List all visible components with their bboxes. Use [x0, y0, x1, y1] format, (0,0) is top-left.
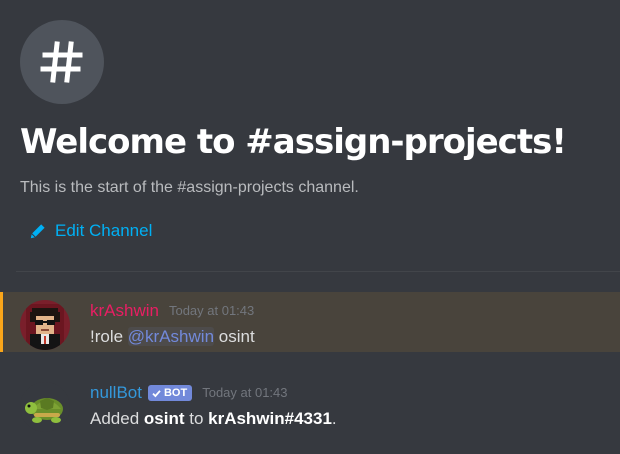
message-text: osint [214, 327, 255, 346]
welcome-description: This is the start of the #assign-project… [20, 179, 359, 196]
chat-pane: Welcome to #assign-projects! This is the… [0, 0, 620, 454]
pencil-icon [30, 223, 46, 239]
message-bot: nullBot BOT Today at 01:43 Added osint t… [0, 374, 620, 434]
message-header: krAshwin Today at 01:43 [90, 300, 254, 322]
avatar[interactable] [20, 300, 70, 350]
channel-icon-circle [20, 20, 104, 104]
username[interactable]: nullBot [90, 382, 142, 404]
hash-icon [40, 41, 83, 83]
message-text: Added [90, 409, 144, 428]
timestamp: Today at 01:43 [202, 385, 288, 400]
welcome-title: Welcome to #assign-projects! [20, 122, 567, 162]
avatar[interactable] [20, 382, 70, 432]
edit-channel-label: Edit Channel [55, 221, 153, 240]
verified-check-icon [152, 389, 161, 398]
user-mention[interactable]: @krAshwin [127, 327, 215, 346]
edit-channel-link[interactable]: Edit Channel [30, 220, 152, 242]
turtle-avatar [20, 382, 70, 432]
role-name: osint [143, 409, 185, 428]
bot-badge: BOT [147, 385, 193, 401]
message-text: to [184, 409, 209, 428]
bot-badge-label: BOT [163, 387, 188, 399]
message-text: . [331, 409, 337, 428]
message-text: !role [90, 327, 128, 346]
divider [16, 271, 620, 272]
timestamp: Today at 01:43 [168, 303, 255, 318]
pixel-avatar [20, 300, 70, 350]
message-mentioned: krAshwin Today at 01:43 !role @krAshwin … [0, 292, 620, 352]
message-content: Added osint to krAshwin#4331. [90, 408, 337, 430]
user-tag: krAshwin#4331 [208, 409, 332, 428]
message-header: nullBot BOT Today at 01:43 [90, 382, 288, 404]
username[interactable]: krAshwin [90, 300, 159, 322]
message-content: !role @krAshwin osint [90, 326, 255, 348]
